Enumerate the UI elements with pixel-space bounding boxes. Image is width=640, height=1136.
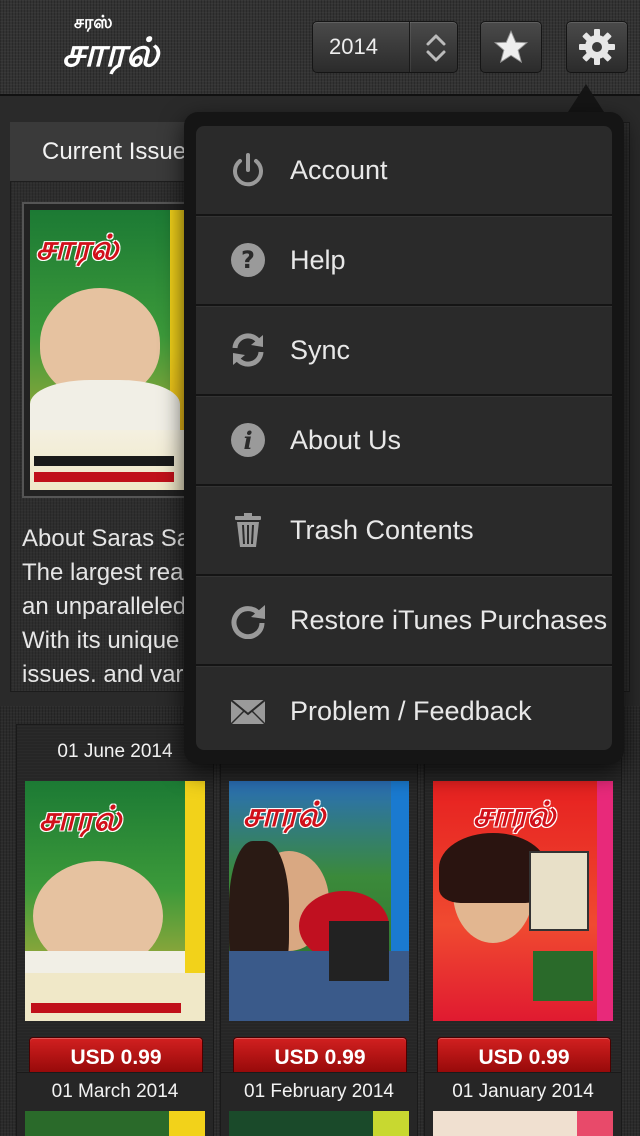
about-line: issues, and varie (22, 661, 192, 682)
menu-item-about-us[interactable]: i About Us (196, 396, 612, 486)
about-line: About Saras Sali (22, 525, 192, 552)
menu-item-label: About Us (290, 424, 402, 455)
favorites-button[interactable] (480, 21, 542, 73)
about-description: About Saras Sali The largest read an unp… (22, 522, 192, 682)
power-icon (228, 150, 268, 190)
about-line: an unparalleled r (22, 593, 192, 620)
issue-cover[interactable]: சாரல் (229, 781, 409, 1021)
app-logo: சரஸ் சாரல் (58, 10, 198, 80)
chevron-up-down-icon[interactable] (421, 30, 451, 66)
menu-item-sync[interactable]: Sync (196, 306, 612, 396)
top-bar: சரஸ் சாரல் 2014 (0, 0, 640, 96)
issue-cover[interactable] (229, 1111, 409, 1136)
issue-cover[interactable]: சாரல் (25, 781, 205, 1021)
issue-cover[interactable] (433, 1111, 613, 1136)
year-value: 2014 (329, 34, 378, 59)
settings-button[interactable] (566, 21, 628, 73)
issue-cover-title: சாரல் (39, 799, 122, 839)
year-selector[interactable]: 2014 (312, 21, 458, 73)
issue-cover[interactable] (25, 1111, 205, 1136)
current-issue-cover[interactable]: சாரல் (22, 202, 196, 498)
issue-card[interactable]: சாரல் USD 0.99 (424, 724, 622, 1079)
settings-menu: Account ? Help Sync i About Us Trash Con… (196, 126, 612, 750)
restore-icon (228, 600, 268, 640)
trash-icon (228, 510, 268, 550)
menu-item-label: Restore iTunes Purchases (290, 604, 608, 635)
sync-icon (228, 330, 268, 370)
help-icon: ? (228, 240, 268, 280)
issue-card[interactable]: சாரல் USD 0.99 (220, 724, 418, 1079)
menu-item-account[interactable]: Account (196, 126, 612, 216)
menu-item-label: Help (290, 244, 346, 275)
settings-popover: Account ? Help Sync i About Us Trash Con… (184, 112, 624, 764)
logo-big-text: சாரல் (62, 30, 159, 76)
menu-item-trash-contents[interactable]: Trash Contents (196, 486, 612, 576)
menu-item-label: Account (290, 154, 388, 185)
issue-card[interactable]: 01 February 2014 (220, 1072, 418, 1136)
issue-cover[interactable]: சாரல் (433, 781, 613, 1021)
menu-item-restore-purchases[interactable]: Restore iTunes Purchases (196, 576, 612, 666)
tab-current-issue[interactable]: Current Issue (10, 122, 196, 182)
cover-title: சாரல் (36, 228, 119, 268)
about-line: The largest read (22, 559, 192, 586)
mail-icon (228, 691, 268, 731)
menu-item-label: Problem / Feedback (290, 695, 532, 726)
info-icon: i (228, 420, 268, 460)
menu-item-help[interactable]: ? Help (196, 216, 612, 306)
cover-image: சாரல் (30, 210, 188, 490)
menu-item-label: Trash Contents (290, 514, 474, 545)
issue-card[interactable]: 01 June 2014 சாரல் USD 0.99 (16, 724, 214, 1079)
issue-card[interactable]: 01 March 2014 (16, 1072, 214, 1136)
svg-text:?: ? (241, 246, 255, 274)
gear-icon (579, 29, 615, 65)
issue-date: 01 January 2014 (452, 1081, 594, 1102)
issue-date: 01 March 2014 (51, 1081, 179, 1102)
menu-item-label: Sync (290, 334, 351, 365)
issue-card[interactable]: 01 January 2014 (424, 1072, 622, 1136)
menu-item-problem-feedback[interactable]: Problem / Feedback (196, 666, 612, 750)
about-line: With its unique m (22, 627, 192, 654)
issue-cover-title: சாரல் (243, 795, 326, 835)
popover-arrow (568, 84, 604, 112)
year-divider (409, 22, 410, 72)
issue-date: 01 February 2014 (244, 1081, 394, 1102)
star-icon (493, 29, 529, 64)
svg-text:i: i (243, 426, 252, 455)
tab-current-issue-label: Current Issue (42, 138, 187, 165)
